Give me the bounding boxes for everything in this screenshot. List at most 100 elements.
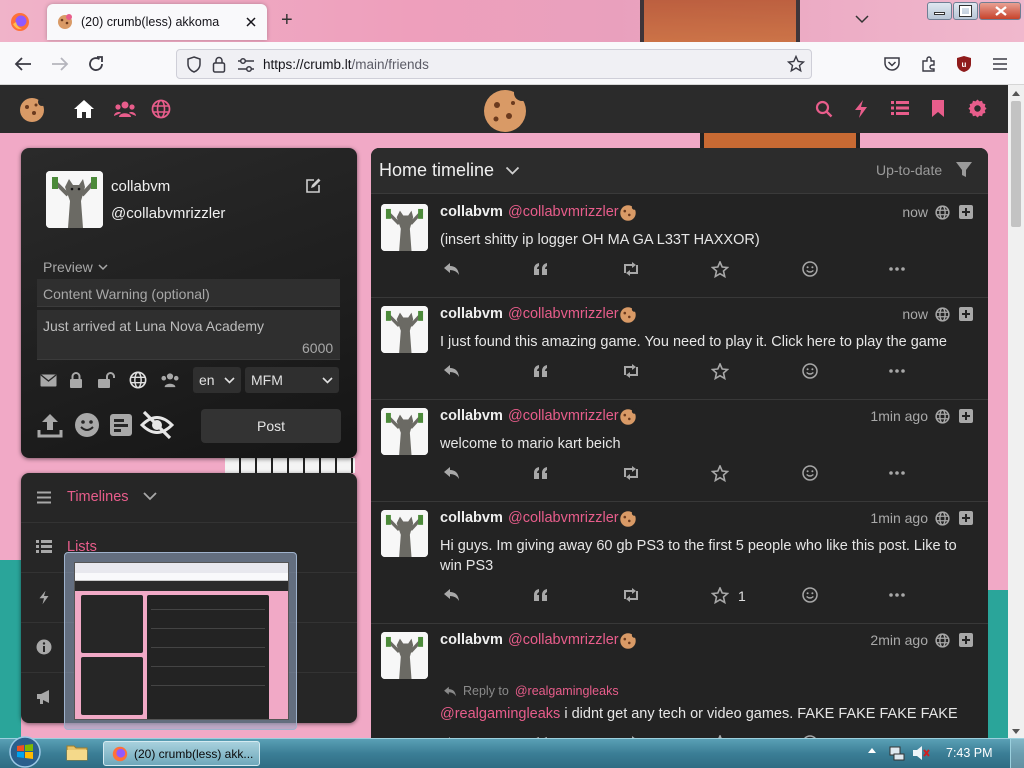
bookmarks-icon[interactable] — [931, 99, 945, 118]
back-arrow-icon[interactable] — [14, 56, 32, 72]
file-explorer-folder-icon[interactable] — [66, 743, 88, 761]
unlisted-unlock-icon[interactable] — [97, 372, 115, 388]
react-emoji-icon[interactable] — [802, 587, 818, 603]
settings-gear-icon[interactable] — [968, 99, 987, 118]
new-tab-button[interactable]: + — [281, 9, 293, 32]
firefox-menu-icon[interactable] — [10, 12, 30, 32]
post-author-name[interactable]: collabvm — [440, 510, 503, 526]
more-options-icon[interactable] — [889, 369, 905, 373]
preview-toggle[interactable]: Preview — [43, 259, 108, 275]
favorite-button[interactable]: 1 — [711, 587, 746, 604]
forward-arrow-icon[interactable] — [51, 56, 69, 72]
local-people-icon[interactable] — [160, 372, 180, 388]
nav-item-timelines[interactable]: Timelines — [21, 473, 357, 523]
timeline-chevron-down-icon[interactable] — [505, 166, 520, 176]
post-timestamp[interactable]: 1min ago — [870, 408, 928, 424]
post-timestamp[interactable]: now — [902, 204, 928, 220]
notifications-bolt-icon[interactable] — [853, 99, 869, 119]
quote-icon[interactable] — [533, 589, 548, 601]
post-author-name[interactable]: collabvm — [440, 306, 503, 322]
network-icon[interactable] — [889, 745, 905, 761]
reload-icon[interactable] — [87, 55, 105, 73]
more-options-icon[interactable] — [889, 471, 905, 475]
quote-icon[interactable] — [533, 467, 548, 479]
timeline-post[interactable]: collabvm @collabvmrizzler now I just fou… — [371, 298, 988, 400]
timeline-post[interactable]: collabvm @collabvmrizzler 1min ago Hi gu… — [371, 502, 988, 624]
react-emoji-icon[interactable] — [802, 363, 818, 379]
favorite-button[interactable] — [711, 363, 738, 380]
lists-icon[interactable] — [891, 100, 909, 116]
poll-icon[interactable] — [110, 414, 132, 436]
expand-plus-icon[interactable] — [959, 633, 973, 647]
globe-icon[interactable] — [151, 99, 171, 119]
reply-to-handle[interactable]: @realgamingleaks — [515, 684, 619, 698]
post-author-handle[interactable]: @collabvmrizzler — [508, 510, 619, 526]
status-textarea[interactable]: Just arrived at Luna Nova Academy — [37, 310, 340, 360]
taskbar-window-preview[interactable] — [64, 552, 297, 730]
public-globe-icon[interactable] — [129, 371, 147, 389]
reply-icon[interactable] — [443, 588, 460, 602]
tracking-shield-icon[interactable] — [186, 56, 202, 73]
browser-tab-active[interactable]: (20) crumb(less) akkoma — [47, 4, 267, 40]
instance-logo-icon[interactable] — [18, 96, 46, 124]
tab-list-chevron-icon[interactable] — [855, 14, 869, 24]
post-author-handle[interactable]: @collabvmrizzler — [508, 408, 619, 424]
reply-icon[interactable] — [443, 364, 460, 378]
post-avatar[interactable] — [381, 632, 428, 679]
search-icon[interactable] — [815, 100, 833, 118]
direct-message-envelope-icon[interactable] — [40, 374, 57, 387]
post-author-name[interactable]: collabvm — [440, 408, 503, 424]
post-author-handle[interactable]: @collabvmrizzler — [508, 632, 619, 648]
close-tab-icon[interactable] — [245, 16, 257, 28]
upload-icon[interactable] — [37, 412, 63, 438]
post-author-name[interactable]: collabvm — [440, 204, 503, 220]
favorite-button[interactable] — [711, 261, 738, 278]
page-scrollbar[interactable] — [1008, 85, 1024, 738]
timeline-post[interactable]: collabvm @collabvmrizzler 2min ago Reply… — [371, 624, 988, 740]
quote-icon[interactable] — [533, 365, 548, 377]
language-select[interactable]: en — [193, 367, 241, 393]
hamburger-menu-icon[interactable] — [992, 57, 1008, 71]
taskbar-firefox-task[interactable]: (20) crumb(less) akk... — [103, 741, 260, 766]
favorite-button[interactable] — [711, 465, 738, 482]
minimize-window-button[interactable] — [927, 2, 952, 20]
more-options-icon[interactable] — [889, 593, 905, 597]
timeline-post[interactable]: collabvm @collabvmrizzler now (insert sh… — [371, 196, 988, 298]
scrollbar-thumb[interactable] — [1011, 101, 1021, 227]
post-avatar[interactable] — [381, 408, 428, 455]
post-avatar[interactable] — [381, 510, 428, 557]
expand-plus-icon[interactable] — [959, 511, 973, 525]
post-timestamp[interactable]: now — [902, 306, 928, 322]
taskbar-clock[interactable]: 7:43 PM — [946, 746, 993, 760]
show-desktop-button[interactable] — [1010, 739, 1024, 768]
close-window-button[interactable] — [979, 2, 1021, 20]
repeat-icon[interactable] — [622, 588, 640, 602]
pocket-icon[interactable] — [883, 56, 901, 72]
quote-icon[interactable] — [533, 263, 548, 275]
react-emoji-icon[interactable] — [802, 261, 818, 277]
home-icon[interactable] — [73, 99, 95, 119]
start-orb-icon[interactable] — [6, 736, 44, 768]
post-mention[interactable]: @realgamingleaks — [440, 706, 560, 722]
react-emoji-icon[interactable] — [802, 465, 818, 481]
lock-icon[interactable] — [212, 56, 226, 73]
extensions-puzzle-icon[interactable] — [920, 55, 938, 73]
filter-funnel-icon[interactable] — [955, 161, 973, 179]
repeat-icon[interactable] — [622, 262, 640, 276]
site-logo-cookie-icon[interactable] — [482, 87, 528, 133]
permissions-icon[interactable] — [237, 57, 255, 73]
timeline-post[interactable]: collabvm @collabvmrizzler 1min ago welco… — [371, 400, 988, 502]
ublock-origin-icon[interactable]: u — [956, 55, 972, 73]
reply-icon[interactable] — [443, 466, 460, 480]
maximize-window-button[interactable] — [953, 2, 978, 20]
format-select[interactable]: MFM — [245, 367, 339, 393]
post-avatar[interactable] — [381, 204, 428, 251]
more-options-icon[interactable] — [889, 267, 905, 271]
post-timestamp[interactable]: 1min ago — [870, 510, 928, 526]
expand-plus-icon[interactable] — [959, 409, 973, 423]
post-author-handle[interactable]: @collabvmrizzler — [508, 306, 619, 322]
repeat-icon[interactable] — [622, 364, 640, 378]
friends-group-icon[interactable] — [114, 100, 136, 118]
sensitive-eye-slash-icon[interactable] — [140, 410, 174, 440]
expand-plus-icon[interactable] — [959, 205, 973, 219]
